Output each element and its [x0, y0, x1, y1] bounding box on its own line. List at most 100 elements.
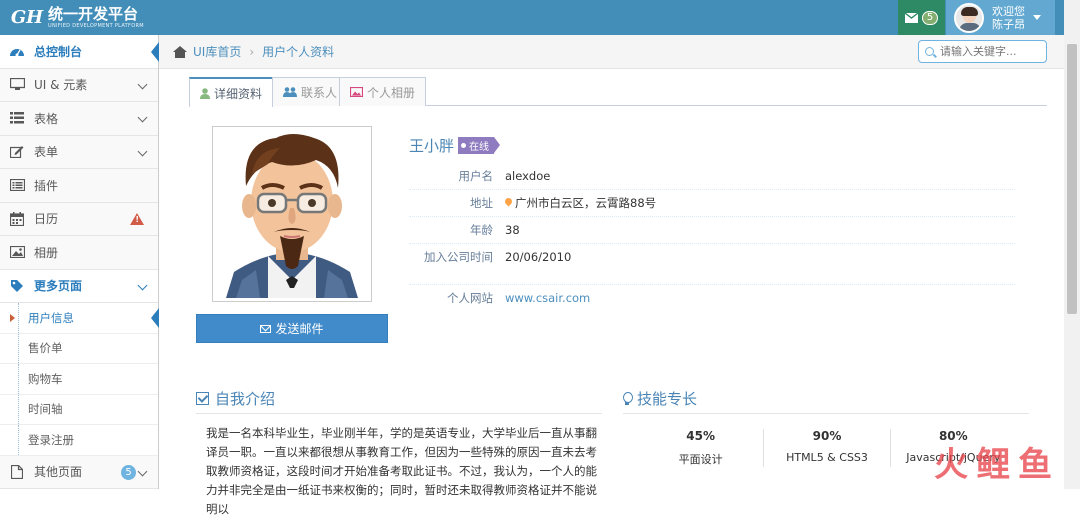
chevron-down-icon	[137, 79, 148, 89]
sidebar-item-label: 其他页面	[34, 465, 83, 480]
sidebar-item-ui[interactable]: UI & 元素	[0, 68, 158, 102]
submenu-item-cart[interactable]: 购物车	[0, 364, 158, 395]
sidebar-item-plugins[interactable]: 插件	[0, 169, 158, 203]
skill-name: 平面设计	[678, 453, 723, 466]
status-badge: 在线	[458, 137, 501, 154]
tag-icon	[8, 279, 26, 293]
info-label: 地址	[470, 196, 493, 210]
send-email-label: 发送邮件	[275, 322, 324, 336]
sidebar-item-calendar[interactable]: 日历 !	[0, 202, 158, 236]
profile-info-table: 用户名 alexdoe 地址 广州市白云区，云霄路88号 年龄 38 加入公司时…	[409, 162, 1015, 270]
divider	[196, 413, 602, 414]
skill-item: 90% HTML5 & CSS3	[764, 429, 891, 467]
search-input[interactable]	[940, 45, 1040, 58]
info-row-address: 地址 广州市白云区，云霄路88号	[409, 189, 1015, 216]
scrollbar-top	[1064, 0, 1080, 35]
users-icon	[283, 87, 297, 97]
submenu-item-label: 登录注册	[28, 432, 74, 447]
sidebar-item-dashboard[interactable]: 总控制台	[0, 35, 159, 69]
submenu-item-price-list[interactable]: 售价单	[0, 333, 158, 364]
check-square-icon	[196, 392, 209, 405]
lightbulb-icon	[623, 391, 633, 406]
tab-details[interactable]: 详细资料	[189, 77, 274, 107]
breadcrumb-home-link[interactable]: UI库首页	[193, 43, 241, 60]
sidebar-item-label: 表格	[34, 111, 59, 126]
info-label: 用户名	[458, 168, 494, 183]
info-row-username: 用户名 alexdoe	[409, 162, 1015, 189]
chevron-down-icon	[137, 466, 148, 476]
profile-tabs: 详细资料 联系人 个人相册	[189, 76, 1047, 107]
divider	[623, 413, 1029, 414]
desktop-icon	[8, 78, 26, 92]
info-row-join-date: 加入公司时间 20/06/2010	[409, 243, 1015, 270]
svg-text:火: 火	[934, 445, 968, 484]
sidebar-item-label: 总控制台	[34, 44, 83, 59]
brand-logo: GH	[10, 7, 44, 28]
submenu-item-label: 购物车	[28, 371, 63, 386]
submenu-item-timeline[interactable]: 时间轴	[0, 394, 158, 425]
chevron-down-icon	[137, 280, 148, 290]
send-email-button[interactable]: 发送邮件	[196, 314, 388, 343]
profile-photo[interactable]	[216, 130, 368, 298]
home-icon[interactable]	[173, 45, 187, 58]
map-marker-icon	[505, 198, 512, 208]
caret-down-icon	[1033, 15, 1041, 20]
brand-subtitle: UNIFIED DEVELOPMENT PLATFORM	[48, 22, 144, 29]
sidebar-item-gallery[interactable]: 相册	[0, 236, 158, 270]
caret-right-icon	[10, 314, 15, 322]
svg-text:鱼: 鱼	[1018, 445, 1052, 484]
website-link[interactable]: www.csair.com	[505, 291, 590, 305]
info-value: 广州市白云区，云霄路88号	[515, 196, 657, 210]
top-navbar: GH 统一开发平台 UNIFIED DEVELOPMENT PLATFORM 5…	[0, 0, 1080, 35]
messages-button[interactable]: 5	[898, 0, 945, 35]
info-value: 38	[505, 223, 520, 237]
info-label: 年龄	[470, 223, 493, 237]
tab-album[interactable]: 个人相册	[339, 77, 427, 106]
intro-text: 我是一名本科毕业生，毕业刚半年，学的是英语专业，大学毕业后一直从事翻译员一职。一…	[206, 426, 597, 516]
submenu: 用户信息 售价单 购物车 时间轴 登录注册	[0, 303, 159, 456]
other-pages-badge: 5	[121, 464, 136, 480]
info-row-age: 年龄 38	[409, 216, 1015, 243]
list-icon	[8, 111, 26, 125]
sidebar: 总控制台 UI & 元素 表格 表单 插件 日历 ! 相册 更多页面 用户信息 …	[0, 35, 159, 489]
skill-percent: 80%	[938, 429, 968, 443]
envelope-icon	[260, 324, 272, 333]
user-icon	[200, 87, 210, 99]
messages-badge: 5	[921, 10, 939, 25]
brand[interactable]: GH 统一开发平台 UNIFIED DEVELOPMENT PLATFORM	[10, 4, 144, 31]
submenu-item-user-info[interactable]: 用户信息	[0, 303, 159, 334]
welcome-text: 欢迎您	[992, 4, 1025, 18]
picture-icon	[8, 245, 26, 259]
sidebar-item-forms[interactable]: 表单	[0, 135, 158, 169]
tab-label: 详细资料	[214, 86, 263, 101]
chevron-down-icon	[137, 112, 148, 123]
profile-name-row: 王小胖 在线	[409, 135, 501, 156]
sidebar-item-tables[interactable]: 表格	[0, 102, 158, 136]
edit-icon	[8, 145, 26, 159]
picture-icon	[350, 87, 363, 97]
info-value: 20/06/2010	[505, 250, 572, 264]
tab-contacts[interactable]: 联系人	[272, 77, 349, 106]
submenu-item-label: 售价单	[28, 341, 63, 356]
user-menu[interactable]: 欢迎您 陈子昂	[946, 0, 1055, 35]
submenu-item-login[interactable]: 登录注册	[0, 425, 158, 456]
skill-name: HTML5 & CSS3	[786, 451, 868, 464]
sidebar-item-label: 相册	[34, 245, 59, 260]
file-icon	[8, 464, 26, 479]
submenu-item-label: 用户信息	[28, 310, 74, 325]
avatar	[954, 2, 984, 33]
info-label: 个人网站	[447, 291, 493, 305]
sidebar-item-label: 日历	[34, 212, 59, 227]
submenu-item-label: 时间轴	[28, 402, 63, 417]
sidebar-item-label: 更多页面	[34, 279, 83, 294]
watermark-logo: 火 鲤 鱼	[932, 442, 1060, 485]
info-value: alexdoe	[505, 168, 551, 183]
skills-title: 技能专长	[623, 388, 697, 409]
profile-photo-frame	[212, 126, 372, 302]
sidebar-item-other-pages[interactable]: 其他页面 5	[0, 455, 158, 489]
sidebar-item-more-pages[interactable]: 更多页面	[0, 269, 158, 303]
scrollbar-thumb[interactable]	[1067, 44, 1077, 314]
sidebar-item-label: 表单	[34, 145, 59, 160]
info-row-website: 个人网站 www.csair.com	[409, 284, 1015, 311]
tab-label: 个人相册	[367, 85, 416, 100]
